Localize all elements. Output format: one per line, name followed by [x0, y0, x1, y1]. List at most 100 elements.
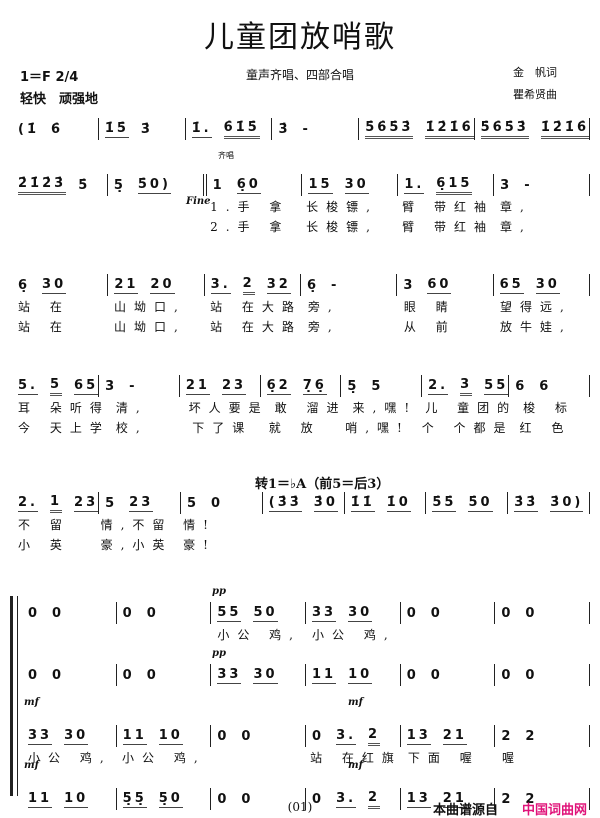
subtitle: 童声齐唱、四部合唱	[245, 68, 354, 82]
note-group: 0	[217, 728, 230, 744]
lyrics-line: 站 在 山坳口, 站 在大路 旁, 眼 睛 望得远,	[12, 296, 590, 316]
lyric: 小公 鸡,	[28, 750, 112, 765]
note-group: 3̇3̇	[514, 494, 539, 512]
measure: 5̇5̇ 5̇0	[426, 492, 509, 514]
note-group: 50	[253, 604, 278, 622]
modulation-marking: 转1＝♭A（前5＝后3）	[255, 477, 390, 492]
measure: (3̇3̇ 3̇0	[263, 492, 345, 514]
page-number: (01)	[287, 800, 313, 814]
note-group: 30	[535, 276, 560, 294]
measure: 00	[117, 602, 212, 624]
note-group: 11	[122, 727, 147, 745]
measure: 00	[22, 602, 117, 624]
mf-marking: mf	[348, 697, 363, 708]
note-group: 30	[253, 666, 278, 684]
measure: 2. 1 23	[12, 492, 100, 514]
note-group: 3̇0)	[550, 494, 584, 512]
note-group: 15	[308, 176, 333, 194]
measure: 5. 5 65	[12, 375, 100, 397]
lyric: 个 个都是	[421, 420, 514, 435]
measure: 00	[22, 664, 117, 686]
notes-row: 0 0 0 0 33 30 11 10 0 0 0 0	[22, 664, 591, 686]
lyrics-line: 2.手 拿 长梭镖, 臂 带红袖 章,	[12, 216, 590, 236]
choir-bracket	[10, 596, 18, 796]
pp-marking: pp	[212, 648, 226, 659]
note-group: 6̣2	[266, 377, 291, 395]
note-group: 6̣	[306, 277, 320, 293]
note-group: 0	[210, 495, 224, 511]
note-group: 30	[348, 604, 373, 622]
measure: 3-	[494, 174, 590, 196]
note-group: 5.	[18, 377, 38, 395]
music-system: 6̣ 30 21 20 3. 2 32 6̣ -3 60 65 30 站 在山坳口, 站 在大路 旁, 眼 睛…	[12, 274, 590, 336]
note-group: 65	[499, 276, 524, 294]
note-group: -	[524, 177, 533, 193]
note-group: 5	[186, 495, 199, 511]
measure: 5 23	[99, 492, 181, 514]
music-system: 2̇1̇2̇3̇ 5̇ 5̣ 5̇0) 1 6̣0 15 30 1. 6̣15 3-1.手 拿长梭镖…	[12, 174, 590, 236]
note-group: 11	[312, 666, 337, 684]
measure: 00	[401, 664, 496, 686]
note-group: 5̣	[347, 378, 360, 394]
note-group: 2	[525, 728, 538, 744]
note-group: 65	[74, 377, 99, 395]
score-page: 儿童团放哨歌 1＝F 2/4 轻快 顽强地 童声齐唱、四部合唱 金 帆词 瞿希贤…	[0, 0, 600, 818]
note-group: 1	[49, 494, 63, 513]
music-system: 0 0 0 0 55 50 33 30 0 0 0 0 小公 鸡, 小公 鸡,	[22, 602, 591, 644]
measure: 3 60	[397, 274, 494, 296]
measure: 1̇5̇ 3̇	[99, 118, 186, 140]
note-group: (1̇	[18, 121, 39, 137]
lyrics-line: 不 留 情,不留 情!	[12, 514, 590, 534]
note-group: 0	[525, 667, 538, 683]
note-group: 0	[430, 605, 443, 621]
note-group: 1̇.	[191, 120, 212, 138]
measure: 2̇1̇2̇3̇ 5̇	[12, 174, 108, 196]
measure: 00	[117, 664, 212, 686]
note-group: 6̣	[18, 277, 31, 293]
note-group: 33	[28, 727, 53, 745]
mf-marking: mf	[24, 697, 39, 708]
measure: 6̣2 7̣6̣	[261, 375, 342, 397]
measure: 22	[495, 725, 591, 747]
lyric: 豪,小英	[100, 537, 173, 552]
composer: 瞿希贤曲	[513, 88, 557, 101]
lyrics-line: 站 在 山坳口, 站 在大路 旁, 从 前 放牛娃,	[12, 316, 590, 336]
lyrics-line: 耳 朵听得 清, 坏人要是敢 溜进 来,嘿! 儿 童团的梭 标	[12, 397, 590, 417]
note-group: 23	[74, 494, 99, 512]
lyric: 章,	[499, 199, 532, 214]
note-group: 55	[217, 604, 242, 622]
note-group: 3	[500, 177, 513, 193]
measure: 1̇1̇ 1̇0	[345, 492, 427, 514]
music-system: 0 0 0 0 33 30 11 10 0 0 0 0	[22, 664, 591, 686]
measure: 21 20	[108, 274, 205, 296]
note-group: 0	[525, 605, 538, 621]
measure: 00	[401, 602, 496, 624]
lyric: 儿 童团的	[425, 400, 518, 415]
note-group: 7̣6̣	[302, 377, 327, 395]
note-group: 3	[403, 277, 416, 293]
measure: 21 23	[180, 375, 261, 397]
measure: 0 3. 2	[306, 725, 401, 747]
lyric: 臂 带红袖	[402, 219, 494, 234]
song-title: 儿童团放哨歌	[204, 20, 396, 55]
note-group: 10	[348, 666, 373, 684]
note-group: 13	[406, 727, 431, 745]
lyrics-line: 小 英 豪,小英 豪!	[12, 534, 590, 554]
lyric: 放牛娃,	[499, 319, 572, 334]
note-group: 0	[122, 605, 135, 621]
lyric: 眼 睛	[403, 299, 456, 314]
note-group: 1̇1̇	[350, 494, 375, 512]
lyrics-line: 小公 鸡, 小公 鸡,	[22, 624, 590, 644]
lyric: 章,	[499, 219, 532, 234]
note-group: 0	[122, 667, 135, 683]
notes-row: (1̇ 6̇ 1̇5̇ 3̇ 1̇. 6̇1̇5̇ 3̇ -5̇6̇5̇3̇ 1̇2̇1̇6̇ 5…	[12, 118, 590, 140]
note-group: 2̇1̇2̇3̇	[18, 176, 67, 195]
note-group: 30	[42, 276, 67, 294]
note-group: 21	[114, 276, 139, 294]
lyric: 小公 鸡,	[217, 627, 301, 642]
source-site: 中国词曲网	[522, 803, 588, 818]
note-group: 30	[64, 727, 89, 745]
note-group: 2	[501, 728, 514, 744]
lyric: 情,不留	[100, 517, 173, 532]
note-group: 5̇5̇	[432, 494, 457, 512]
